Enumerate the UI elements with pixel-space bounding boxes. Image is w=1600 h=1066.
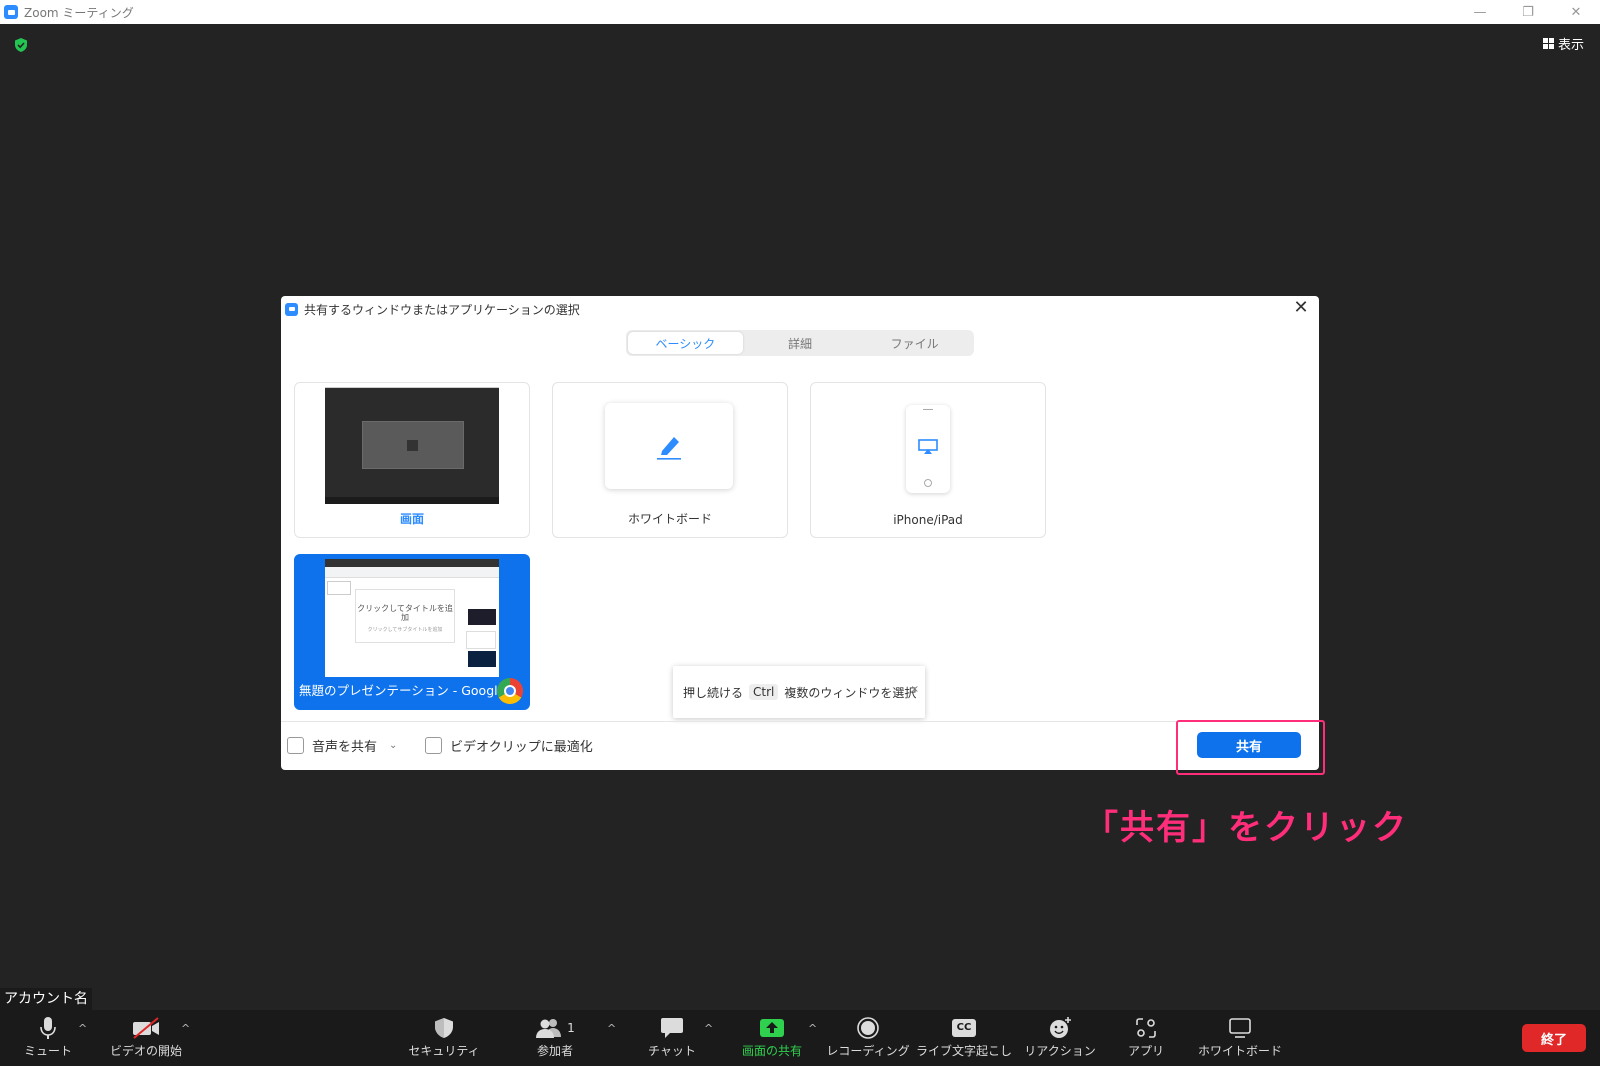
annotation-text: 「共有」をクリック (1084, 808, 1408, 848)
record-icon (857, 1017, 879, 1039)
whiteboard-toolbar-button[interactable]: ホワイトボード (1192, 1014, 1288, 1064)
pen-icon (657, 437, 681, 460)
share-audio-label: 音声を共有 (312, 740, 378, 755)
share-option-google-slides[interactable]: クリックしてタイトルを追加 クリックしてサブタイトルを追加 無題のプレゼンテーシ… (294, 554, 530, 710)
optimize-video-checkbox[interactable]: ビデオクリップに最適化 (425, 736, 593, 755)
start-video-button[interactable]: ビデオの開始 (98, 1014, 194, 1064)
chat-icon (661, 1018, 683, 1038)
zoom-logo-icon (4, 5, 18, 19)
share-option-whiteboard[interactable]: ホワイトボード (552, 382, 788, 538)
share-screen-icon (760, 1019, 784, 1037)
video-off-icon (133, 1017, 159, 1039)
captions-icon: CC (952, 1019, 976, 1037)
share-button-highlight (1176, 720, 1325, 775)
recording-button[interactable]: レコーディング (820, 1014, 916, 1064)
thumb-slide-title: クリックしてタイトルを追加 (357, 604, 453, 622)
share-option-label: iPhone/iPad (893, 513, 963, 527)
dialog-footer: 音声を共有 ⌄ ビデオクリップに最適化 共有 (281, 721, 1319, 770)
shield-icon (435, 1018, 453, 1038)
zoom-logo-icon (285, 302, 298, 316)
mute-label: ミュート (23, 1044, 72, 1058)
checkbox-icon[interactable] (425, 737, 442, 754)
chevron-up-icon[interactable]: ^ (808, 1022, 817, 1035)
ctrl-key: Ctrl (749, 684, 779, 700)
checkbox-icon[interactable] (287, 737, 304, 754)
whiteboard-icon (1229, 1018, 1251, 1038)
grid-view-icon (1542, 38, 1554, 49)
account-name-label: アカウント名 (0, 988, 92, 1010)
encryption-shield-icon[interactable] (14, 38, 28, 52)
chevron-up-icon[interactable]: ^ (78, 1022, 87, 1035)
share-tabs: ベーシック 詳細 ファイル (626, 330, 974, 356)
share-screen-label: 画面の共有 (741, 1044, 802, 1058)
apps-label: アプリ (1127, 1044, 1164, 1058)
apps-button[interactable]: アプリ (1098, 1014, 1194, 1064)
tip-close-icon[interactable]: × (911, 684, 919, 695)
chevron-up-icon[interactable]: ^ (607, 1022, 616, 1035)
view-label: 表示 (1557, 38, 1584, 53)
live-transcription-button[interactable]: CC ライブ文字起こし (916, 1014, 1012, 1064)
dialog-title: 共有するウィンドウまたはアプリケーションの選択 (304, 302, 580, 317)
reactions-label: リアクション (1024, 1044, 1096, 1058)
whiteboard-label: ホワイトボード (1197, 1044, 1282, 1058)
tip-text: 押し続ける (683, 685, 744, 700)
share-option-label: 画面 (399, 512, 424, 526)
screen-thumbnail (325, 387, 499, 504)
participants-button[interactable]: 1 参加者 (507, 1014, 603, 1064)
chevron-up-icon[interactable]: ^ (704, 1022, 713, 1035)
share-option-label: 無題のプレゼンテーション - Google ... (299, 683, 522, 698)
reactions-button[interactable]: リアクション (1012, 1014, 1108, 1064)
dialog-title-bar: 共有するウィンドウまたはアプリケーションの選択 (285, 300, 580, 318)
restore-icon[interactable]: ❐ (1504, 0, 1552, 24)
chat-label: チャット (648, 1044, 696, 1058)
tip-text: 複数のウィンドウを選択 (784, 685, 917, 700)
share-option-iphone-ipad[interactable]: iPhone/iPad (810, 382, 1046, 538)
security-label: セキュリティ (408, 1044, 480, 1058)
share-dialog: 共有するウィンドウまたはアプリケーションの選択 ✕ ベーシック 詳細 ファイル … (281, 296, 1319, 770)
share-option-label: ホワイトボード (627, 512, 712, 526)
tab-files[interactable]: ファイル (857, 332, 972, 354)
security-button[interactable]: セキュリティ (396, 1014, 492, 1064)
end-meeting-button[interactable]: 終了 (1522, 1024, 1586, 1052)
airplay-icon (918, 439, 938, 454)
minimize-icon[interactable]: — (1456, 0, 1504, 24)
share-option-screen[interactable]: 画面 (294, 382, 530, 538)
app-thumbnail: クリックしてタイトルを追加 クリックしてサブタイトルを追加 (325, 559, 499, 677)
participants-icon (536, 1019, 562, 1038)
tab-basic[interactable]: ベーシック (628, 332, 743, 354)
dialog-close-icon[interactable]: ✕ (1291, 298, 1311, 318)
reaction-smiley-icon (1050, 1017, 1071, 1038)
share-screen-button[interactable]: 画面の共有 (724, 1014, 820, 1064)
multi-select-tip: 押し続ける Ctrl 複数のウィンドウを選択 × (673, 666, 925, 718)
close-window-icon[interactable]: ✕ (1552, 0, 1600, 24)
share-audio-checkbox[interactable]: 音声を共有 ⌄ (287, 736, 397, 755)
tab-advanced[interactable]: 詳細 (743, 332, 858, 354)
window-title: Zoom ミーティング (24, 5, 134, 20)
meeting-toolbar: ミュート ^ ビデオの開始 ^ セキュリティ 1 参加者 ^ チャット ^ 画面… (0, 1010, 1600, 1066)
optimize-video-label: ビデオクリップに最適化 (450, 740, 593, 755)
recording-label: レコーディング (826, 1044, 910, 1058)
title-bar: Zoom ミーティング — ❐ ✕ (0, 0, 1600, 24)
participants-count: 1 (567, 1021, 575, 1035)
microphone-icon (40, 1017, 56, 1039)
view-button[interactable]: 表示 (1542, 34, 1584, 53)
video-label: ビデオの開始 (109, 1044, 182, 1058)
phone-icon (906, 405, 950, 493)
chevron-down-icon[interactable]: ⌄ (389, 740, 397, 751)
participants-label: 参加者 (536, 1044, 573, 1058)
apps-icon (1136, 1018, 1156, 1038)
chrome-icon (497, 678, 523, 704)
chevron-up-icon[interactable]: ^ (181, 1022, 190, 1035)
captions-label: ライブ文字起こし (916, 1044, 1013, 1058)
thumb-slide-subtitle: クリックしてサブタイトルを追加 (367, 627, 443, 633)
